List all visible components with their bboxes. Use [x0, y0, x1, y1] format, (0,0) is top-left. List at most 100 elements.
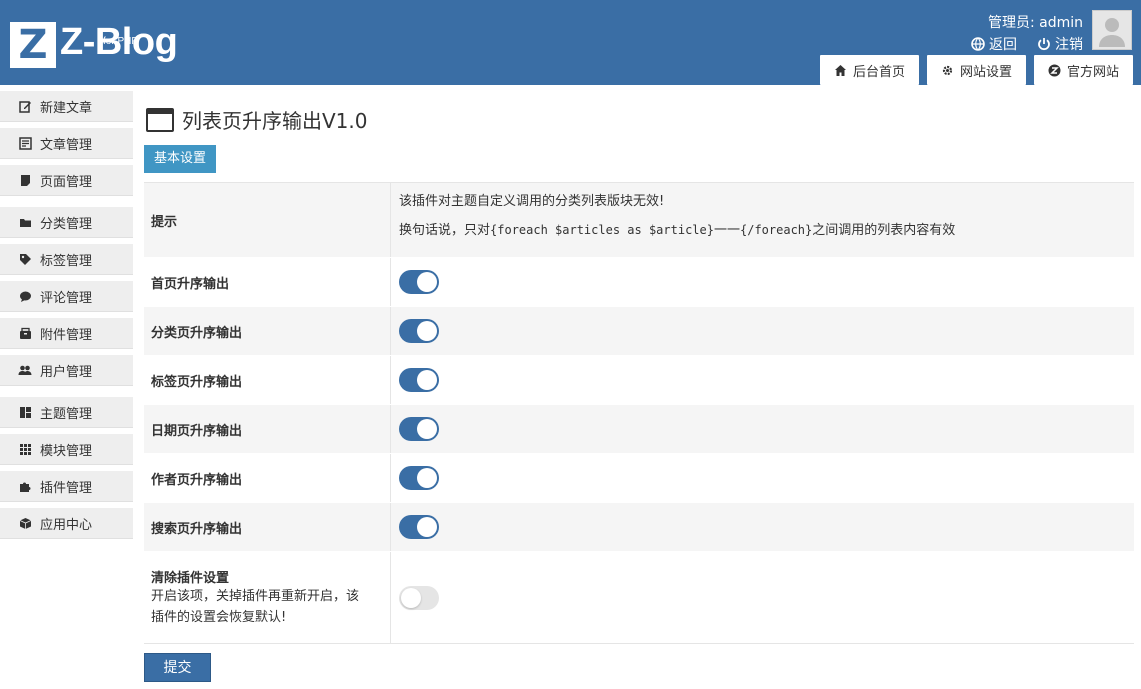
plugin-icon: [18, 479, 32, 493]
setting-row: 作者页升序输出: [144, 454, 1134, 503]
sidebar-item-modules[interactable]: 模块管理: [0, 434, 133, 465]
user-links: 返回 注销: [971, 34, 1083, 54]
sidebar-item-new-article[interactable]: 新建文章: [0, 91, 133, 122]
sidebar-item-attachments[interactable]: 附件管理: [0, 318, 133, 349]
sidebar-item-label: 页面管理: [40, 174, 93, 190]
tip-code-foreach: {foreach $articles as $article}: [490, 223, 714, 237]
submit-button[interactable]: 提交: [144, 653, 211, 682]
window-icon: [146, 107, 174, 132]
clear-settings-label: 清除插件设置: [151, 571, 230, 586]
tab-dashboard[interactable]: 后台首页: [819, 55, 919, 85]
tab-label: 网站设置: [959, 64, 1012, 80]
setting-label: 分类页升序输出: [144, 307, 391, 355]
settings-table: 提示 该插件对主题自定义调用的分类列表版块无效! 换句话说，只对{foreach…: [144, 182, 1134, 644]
edit-icon: [18, 99, 32, 113]
setting-label: 搜索页升序输出: [144, 503, 391, 551]
sidebar-item-tags[interactable]: 标签管理: [0, 244, 133, 275]
home-icon: [834, 64, 846, 76]
user-avatar-icon: [1099, 18, 1125, 47]
sidebar-item-app-center[interactable]: 应用中心: [0, 508, 133, 539]
tab-label: 后台首页: [852, 64, 905, 80]
sidebar-item-label: 分类管理: [40, 216, 93, 232]
setting-toggle-clear[interactable]: [399, 585, 439, 610]
setting-label: 标签页升序输出: [144, 356, 391, 404]
theme-icon: [18, 405, 32, 419]
tip-line-2-pre: 换句话说，只对: [399, 223, 491, 238]
setting-toggle-home[interactable]: [399, 270, 439, 294]
sidebar-item-label: 标签管理: [40, 253, 93, 269]
tip-line-2: 换句话说，只对{foreach $articles as $article}一一…: [399, 216, 955, 245]
page-heading: 列表页升序输出V1.0: [146, 105, 368, 134]
setting-toggle-category[interactable]: [399, 319, 439, 343]
tip-line-2-mid: 一一: [713, 223, 740, 238]
article-icon: [18, 136, 32, 150]
sidebar-item-users[interactable]: 用户管理: [0, 355, 133, 386]
setting-label: 日期页升序输出: [144, 405, 391, 453]
logo-subtitle: for PHP: [103, 36, 139, 47]
clear-settings-desc-1: 开启该项，关掉插件再重新开启，该: [151, 589, 360, 604]
setting-label: 首页升序输出: [144, 258, 391, 306]
sidebar: 新建文章 文章管理 页面管理 分类管理 标签管理 评论管理 附件管理 用户管理 …: [0, 85, 134, 689]
setting-toggle-author[interactable]: [399, 466, 439, 490]
tip-text: 该插件对主题自定义调用的分类列表版块无效! 换句话说，只对{foreach $a…: [399, 188, 955, 245]
attachment-icon: [18, 326, 32, 340]
sidebar-item-label: 应用中心: [40, 517, 93, 533]
avatar[interactable]: [1092, 10, 1132, 50]
zblog-icon: [1048, 64, 1061, 76]
sidebar-item-label: 文章管理: [40, 137, 93, 153]
module-icon: [18, 442, 32, 456]
sidebar-item-themes[interactable]: 主题管理: [0, 397, 133, 428]
sidebar-item-articles[interactable]: 文章管理: [0, 128, 133, 159]
sidebar-item-label: 附件管理: [40, 327, 93, 343]
users-icon: [18, 363, 32, 377]
tip-line-2-post: 之间调用的列表内容有效: [812, 223, 956, 238]
setting-row: 标签页升序输出: [144, 356, 1134, 405]
sidebar-item-plugins[interactable]: 插件管理: [0, 471, 133, 502]
page-title: 列表页升序输出V1.0: [182, 109, 368, 133]
tab-site-settings[interactable]: 网站设置: [926, 55, 1026, 85]
sidebar-item-label: 主题管理: [40, 406, 93, 422]
back-link[interactable]: 返回: [971, 34, 1017, 54]
setting-label: 作者页升序输出: [144, 454, 391, 502]
page-icon: [18, 173, 32, 187]
setting-row: 首页升序输出: [144, 258, 1134, 307]
power-icon: [1038, 38, 1050, 51]
tab-label: 官方网站: [1066, 64, 1119, 80]
logout-link[interactable]: 注销: [1037, 34, 1083, 54]
tip-label: 提示: [144, 183, 391, 257]
setting-row: 日期页升序输出: [144, 405, 1134, 454]
setting-toggle-tag[interactable]: [399, 368, 439, 392]
sidebar-item-label: 模块管理: [40, 443, 93, 459]
sidebar-item-label: 新建文章: [40, 100, 93, 116]
folder-icon: [18, 215, 32, 229]
clear-settings-row: 清除插件设置 开启该项，关掉插件再重新开启，该 插件的设置会恢复默认!: [144, 552, 1134, 644]
tab-official-site[interactable]: 官方网站: [1033, 55, 1133, 85]
globe-icon: [971, 37, 985, 51]
tag-icon: [18, 252, 32, 266]
sidebar-item-label: 插件管理: [40, 480, 93, 496]
tip-row: 提示 该插件对主题自定义调用的分类列表版块无效! 换句话说，只对{foreach…: [144, 183, 1134, 258]
sidebar-item-categories[interactable]: 分类管理: [0, 207, 133, 238]
sidebar-item-label: 用户管理: [40, 364, 93, 380]
gear-icon: [942, 65, 953, 75]
tip-line-1: 该插件对主题自定义调用的分类列表版块无效!: [399, 194, 665, 209]
top-header: Z Z-Blog for PHP 管理员: admin 返回 注销 后台首页 网…: [0, 0, 1141, 85]
tab-basic-settings[interactable]: 基本设置: [144, 145, 217, 173]
setting-row: 分类页升序输出: [144, 307, 1134, 356]
logout-label: 注销: [1055, 37, 1083, 53]
zblog-logo[interactable]: Z Z-Blog: [10, 22, 178, 68]
clear-settings-desc-2: 插件的设置会恢复默认!: [151, 610, 287, 625]
sidebar-item-label: 评论管理: [40, 290, 93, 306]
clear-settings-label-block: 清除插件设置 开启该项，关掉插件再重新开启，该 插件的设置会恢复默认!: [144, 552, 391, 643]
tip-code-endforeach: {/foreach}: [740, 223, 813, 237]
setting-toggle-date[interactable]: [399, 417, 439, 441]
app-center-icon: [18, 516, 32, 530]
comment-icon: [18, 289, 32, 303]
setting-toggle-search[interactable]: [399, 515, 439, 539]
logo-mark: Z: [10, 22, 56, 68]
sidebar-item-pages[interactable]: 页面管理: [0, 165, 133, 196]
sidebar-item-comments[interactable]: 评论管理: [0, 281, 133, 312]
back-label: 返回: [989, 37, 1017, 53]
setting-row: 搜索页升序输出: [144, 503, 1134, 552]
top-nav: 后台首页 网站设置 官方网站: [819, 55, 1133, 85]
